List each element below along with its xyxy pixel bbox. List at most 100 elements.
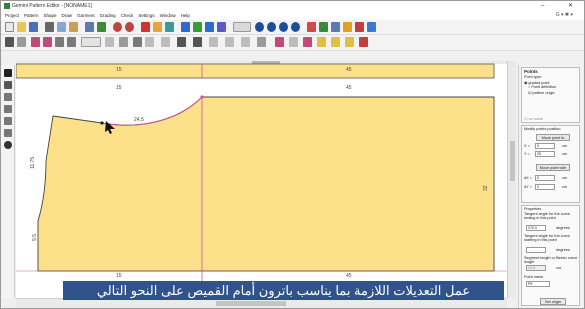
horizontal-scroll-thumb[interactable]: [216, 301, 286, 306]
draw-line-icon[interactable]: [4, 93, 12, 101]
web-icon[interactable]: [367, 22, 376, 32]
x-input[interactable]: 0: [535, 143, 555, 149]
draw-circle-icon[interactable]: [4, 129, 12, 137]
angle-tool-icon[interactable]: [55, 37, 64, 47]
menu-garment[interactable]: Garment: [77, 13, 95, 18]
measure-distance-icon[interactable]: [257, 37, 266, 47]
neck-point[interactable]: [200, 95, 204, 99]
redo-icon[interactable]: [125, 22, 134, 32]
notch-tool-icon[interactable]: [161, 37, 170, 47]
y-label: Y =: [524, 152, 530, 156]
fill-tool-icon[interactable]: [4, 141, 12, 149]
tangent-ending-label: Tangent angle for the curve ending in th…: [524, 212, 571, 221]
menu-grading[interactable]: Grading: [100, 13, 116, 18]
pleat-tool-icon[interactable]: [331, 37, 340, 47]
close-button[interactable]: ✕: [568, 1, 573, 11]
zoom-in-icon[interactable]: [255, 22, 264, 32]
pen-tool-icon[interactable]: [275, 37, 284, 47]
point-name-input[interactable]: P9: [526, 281, 550, 287]
move-point-to-button[interactable]: Move point to: [536, 134, 570, 141]
delete-point-icon[interactable]: [193, 37, 202, 47]
menu-pattern[interactable]: Pattern: [24, 13, 39, 18]
draw-curve-icon[interactable]: [4, 105, 12, 113]
stop-icon[interactable]: [307, 22, 316, 32]
dart-tool-icon[interactable]: [145, 37, 154, 47]
segment-unit: cm: [556, 266, 562, 270]
menu-check[interactable]: Check: [121, 13, 134, 18]
grain-tool-icon[interactable]: [345, 37, 354, 47]
table-icon[interactable]: [319, 22, 328, 32]
print-icon[interactable]: [85, 22, 94, 32]
grade-icon[interactable]: [97, 22, 106, 32]
menu-settings[interactable]: Settings: [138, 13, 154, 18]
drawing-toolbar: [1, 35, 584, 51]
point-tool-icon[interactable]: [67, 37, 76, 47]
pointer-tool-icon[interactable]: [5, 37, 14, 47]
text-tool-icon[interactable]: [141, 22, 150, 32]
report-icon[interactable]: [331, 22, 340, 32]
zoom-out-icon[interactable]: [267, 22, 276, 32]
set-origin-button[interactable]: Set origin: [540, 298, 566, 305]
y-input[interactable]: 25: [535, 151, 555, 157]
point-definition-radio[interactable]: ○ Point definition: [528, 85, 556, 89]
join-tool-icon[interactable]: [225, 37, 234, 47]
button-tool-icon[interactable]: [303, 37, 312, 47]
y-unit: cm: [562, 152, 568, 156]
view-icon[interactable]: [217, 22, 226, 32]
play-icon[interactable]: [181, 22, 190, 32]
zoom-all-icon[interactable]: [291, 22, 300, 32]
pattern-drawing[interactable]: 15 45 15 45 24.5 11.75 9.5 32 15 45: [16, 61, 507, 298]
tool-input-box[interactable]: [81, 37, 101, 47]
vertical-scroll-thumb[interactable]: [510, 141, 515, 181]
vertical-scrollbar[interactable]: [507, 61, 516, 298]
pattern-canvas[interactable]: 15 45 15 45 24.5 11.75 9.5 32 15 45: [16, 61, 507, 298]
menu-draw[interactable]: Draw: [62, 13, 73, 18]
move-point-with-button[interactable]: Move point with: [536, 164, 570, 171]
segment-tool-icon[interactable]: [119, 37, 128, 47]
on-curve-check[interactable]: ☐ on curve: [524, 116, 543, 121]
copy-icon[interactable]: [57, 22, 66, 32]
draw-pen-icon[interactable]: [4, 117, 12, 125]
undo-icon[interactable]: [113, 22, 122, 32]
piece-icon[interactable]: [153, 22, 162, 32]
dy-input[interactable]: 0: [535, 184, 555, 190]
star-icon[interactable]: [343, 22, 352, 32]
zoom-window-icon[interactable]: [279, 22, 288, 32]
select-arrow-icon[interactable]: [4, 69, 12, 77]
new-file-icon[interactable]: [5, 22, 14, 32]
paste-icon[interactable]: [69, 22, 78, 32]
minimize-button[interactable]: –: [541, 1, 544, 11]
rotate-tool-icon[interactable]: [105, 37, 114, 47]
line-tool-icon[interactable]: [31, 37, 40, 47]
select-point-icon[interactable]: [4, 81, 12, 89]
pattern-origin-check[interactable]: ☑ pattern origin: [528, 90, 555, 95]
add-point-icon[interactable]: [177, 37, 186, 47]
marker-icon[interactable]: [205, 22, 214, 32]
menu-window[interactable]: Window: [160, 13, 176, 18]
seam-tool-icon[interactable]: [289, 37, 298, 47]
measure-icon[interactable]: [165, 22, 174, 32]
menu-help[interactable]: Help: [181, 13, 190, 18]
menu-shape[interactable]: Shape: [44, 13, 57, 18]
arrow-icon[interactable]: [355, 22, 364, 32]
shoulder-point[interactable]: [100, 121, 104, 125]
menu-project[interactable]: Project: [5, 13, 19, 18]
tangent-ending-input[interactable]: 270.0: [526, 225, 546, 231]
layout-icon[interactable]: [193, 22, 202, 32]
curve-tool-icon[interactable]: [43, 37, 52, 47]
slash-tool-icon[interactable]: [133, 37, 142, 47]
dx-input[interactable]: 0: [535, 175, 555, 181]
mirror-tool-icon[interactable]: [17, 37, 26, 47]
menu-right-controls[interactable]: G ▾ ✱ ▾: [556, 12, 573, 18]
split-tool-icon[interactable]: [209, 37, 218, 47]
offset-tool-icon[interactable]: [241, 37, 250, 47]
properties-title: Properties: [524, 207, 542, 211]
open-folder-icon[interactable]: [17, 22, 26, 32]
zoom-combo[interactable]: [233, 22, 251, 32]
fold-tool-icon[interactable]: [317, 37, 326, 47]
bottom-label-right: 45: [346, 273, 352, 279]
cut-piece-icon[interactable]: [359, 37, 368, 47]
cut-icon[interactable]: [45, 22, 54, 32]
tangent-starting-input[interactable]: [526, 247, 546, 253]
save-icon[interactable]: [29, 22, 38, 32]
